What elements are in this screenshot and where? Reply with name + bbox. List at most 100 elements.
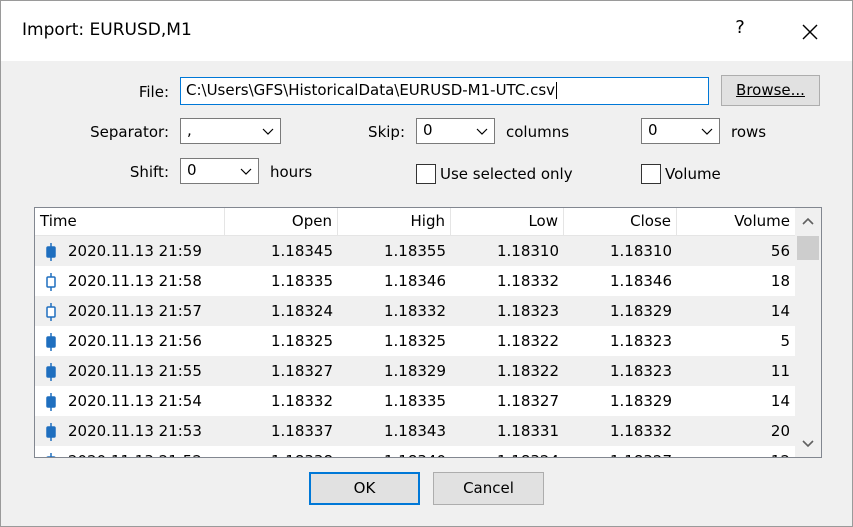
close-button[interactable] — [793, 15, 827, 49]
separator-value: , — [187, 121, 192, 139]
scroll-down-button[interactable] — [795, 430, 821, 457]
cell-high: 1.18340 — [338, 446, 451, 457]
column-header-time[interactable]: Time — [35, 208, 225, 235]
cell-time: 2020.11.13 21:55 — [68, 362, 202, 380]
use-selected-only-checkbox[interactable] — [416, 164, 436, 184]
candlestick-icon — [46, 273, 56, 291]
candlestick-icon — [46, 333, 56, 351]
cell-low: 1.18322 — [496, 362, 559, 380]
table-row[interactable]: 2020.11.13 21:53 1.18337 1.18343 1.18331 1.1… — [35, 416, 795, 446]
volume-label[interactable]: Volume — [665, 165, 721, 183]
cell-volume: 20 — [770, 422, 790, 440]
cell-time: 2020.11.13 21:53 — [68, 422, 202, 440]
cell-close: 1.18327 — [564, 446, 677, 457]
vertical-scrollbar[interactable] — [795, 208, 821, 457]
chevron-down-icon — [701, 128, 713, 135]
cell-close: 1.18346 — [609, 272, 672, 290]
cell-close: 1.18323 — [609, 362, 672, 380]
cell-open: 1.18325 — [270, 332, 333, 350]
table-row[interactable]: 2020.11.13 21:58 1.18335 1.18346 1.18332 1.1… — [35, 266, 795, 296]
cell-time: 2020.11.13 21:54 — [68, 392, 202, 410]
text-caret — [556, 82, 558, 99]
table-row[interactable]: 2020.11.13 21:521.183381.183401.183241.1… — [35, 446, 795, 457]
skip-rows-select[interactable]: 0 — [641, 118, 720, 144]
window-title: Import: EURUSD,M1 — [22, 20, 192, 40]
help-button[interactable]: ? — [729, 17, 751, 45]
cell-close: 1.18310 — [609, 242, 672, 260]
column-header-close[interactable]: Close — [564, 208, 677, 235]
column-header-volume[interactable]: Volume — [677, 208, 795, 235]
column-header-high[interactable]: High — [338, 208, 451, 235]
browse-label: Browse... — [736, 81, 805, 99]
dialog-body: File: C:\Users\GFS\HistoricalData\EURUSD… — [1, 61, 852, 526]
chevron-down-icon — [240, 168, 252, 175]
cell-low: 1.18324 — [451, 446, 564, 457]
use-selected-only-label[interactable]: Use selected only — [440, 165, 573, 183]
table-row[interactable]: 2020.11.13 21:57 1.18324 1.18332 1.18323 1.1… — [35, 296, 795, 326]
shift-unit-label: hours — [270, 163, 313, 181]
data-table[interactable]: Time Open High Low Close Volume 2020.11.… — [34, 207, 822, 458]
file-path-input[interactable]: C:\Users\GFS\HistoricalData\EURUSD-M1-UT… — [180, 77, 709, 105]
column-header-low[interactable]: Low — [451, 208, 564, 235]
shift-select[interactable]: 0 — [180, 158, 259, 184]
cell-open: 1.18338 — [225, 446, 338, 457]
cell-high: 1.18335 — [383, 392, 446, 410]
cell-volume: 14 — [770, 302, 790, 320]
candlestick-icon — [46, 243, 56, 261]
cell-close: 1.18323 — [609, 332, 672, 350]
cell-volume: 18 — [770, 272, 790, 290]
skip-rows-label: rows — [731, 123, 767, 141]
cell-low: 1.18310 — [496, 242, 559, 260]
scroll-thumb[interactable] — [797, 236, 819, 260]
cell-open: 1.18332 — [270, 392, 333, 410]
separator-select[interactable]: , — [180, 118, 281, 144]
skip-columns-select[interactable]: 0 — [416, 118, 495, 144]
candlestick-icon — [46, 393, 56, 411]
scroll-up-button[interactable] — [795, 208, 821, 235]
column-header-open[interactable]: Open — [225, 208, 338, 235]
cell-open: 1.18345 — [270, 242, 333, 260]
candlestick-icon — [46, 453, 56, 457]
cell-volume: 14 — [770, 392, 790, 410]
cell-time: 2020.11.13 21:52 — [63, 446, 225, 457]
cell-low: 1.18323 — [496, 302, 559, 320]
browse-button[interactable]: Browse... — [721, 75, 820, 106]
ok-button[interactable]: OK — [309, 472, 420, 505]
table-row[interactable]: 2020.11.13 21:55 1.18327 1.18329 1.18322 1.1… — [35, 356, 795, 386]
cell-low: 1.18331 — [496, 422, 559, 440]
cell-high: 1.18325 — [383, 332, 446, 350]
cell-volume: 11 — [770, 362, 790, 380]
table-row[interactable]: 2020.11.13 21:56 1.18325 1.18325 1.18322 1.1… — [35, 326, 795, 356]
candlestick-icon — [46, 363, 56, 381]
title-bar: Import: EURUSD,M1 ? — [1, 1, 852, 61]
cell-open: 1.18335 — [270, 272, 333, 290]
cell-open: 1.18324 — [270, 302, 333, 320]
cell-time: 2020.11.13 21:57 — [68, 302, 202, 320]
cell-high: 1.18329 — [383, 362, 446, 380]
cancel-button[interactable]: Cancel — [433, 472, 544, 505]
volume-checkbox[interactable] — [641, 164, 661, 184]
chevron-down-icon — [262, 128, 274, 135]
skip-columns-value: 0 — [423, 121, 433, 139]
cell-close: 1.18329 — [609, 302, 672, 320]
cell-volume: 56 — [770, 242, 790, 260]
table-row[interactable]: 2020.11.13 21:54 1.18332 1.18335 1.18327 1.1… — [35, 386, 795, 416]
candlestick-icon — [46, 423, 56, 441]
file-path-value: C:\Users\GFS\HistoricalData\EURUSD-M1-UT… — [186, 81, 556, 99]
import-dialog: Import: EURUSD,M1 ? File: C:\Users\GFS\H… — [0, 0, 853, 527]
skip-label: Skip: — [368, 123, 405, 141]
cell-volume: 5 — [780, 332, 790, 350]
cell-time: 2020.11.13 21:58 — [68, 272, 202, 290]
cell-open: 1.18337 — [270, 422, 333, 440]
table-row[interactable]: 2020.11.13 21:59 1.18345 1.18355 1.18310 1.1… — [35, 236, 795, 266]
cell-high: 1.18343 — [383, 422, 446, 440]
cell-low: 1.18332 — [496, 272, 559, 290]
cell-time: 2020.11.13 21:56 — [68, 332, 202, 350]
separator-label: Separator: — [90, 123, 169, 141]
cell-high: 1.18355 — [383, 242, 446, 260]
chevron-down-icon — [476, 128, 488, 135]
shift-label: Shift: — [129, 163, 169, 181]
cell-close: 1.18329 — [609, 392, 672, 410]
cell-close: 1.18332 — [609, 422, 672, 440]
cell-high: 1.18346 — [383, 272, 446, 290]
